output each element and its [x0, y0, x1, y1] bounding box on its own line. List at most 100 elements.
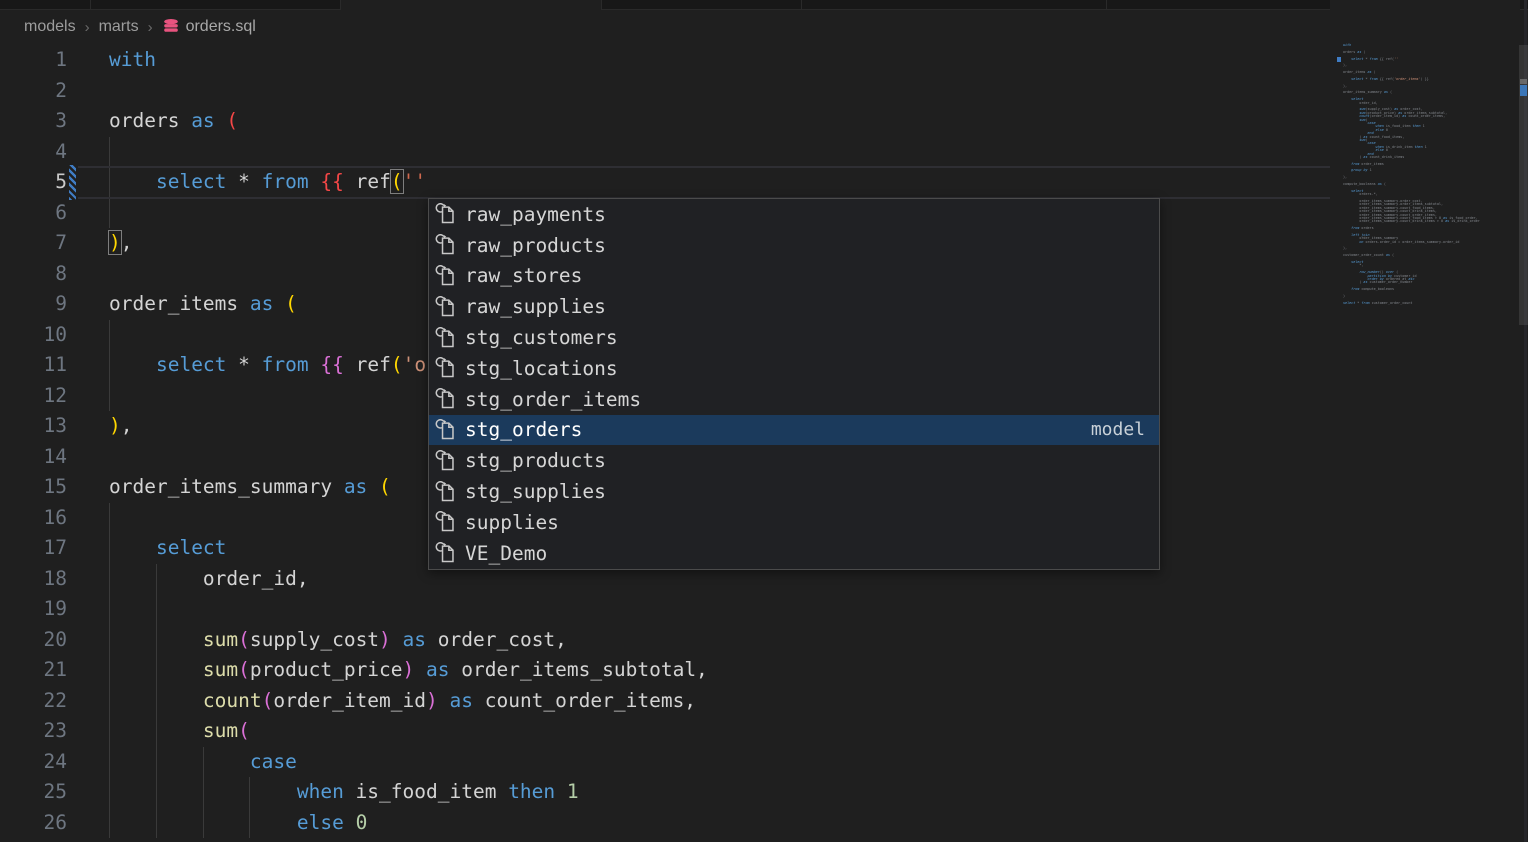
suggestion-label: stg_customers	[465, 326, 618, 349]
snippet-file-icon	[434, 295, 458, 319]
line-number: 8	[0, 259, 67, 290]
suggestion-label: stg_supplies	[465, 480, 606, 503]
code-line[interactable]: 26 else 0	[0, 808, 1330, 839]
code-text: with	[109, 45, 156, 76]
line-number: 3	[0, 106, 67, 137]
code-line[interactable]: 23 sum(	[0, 716, 1330, 747]
minimap[interactable]: with orders as ( select * from {{ ref(''…	[1330, 0, 1520, 842]
suggestion-label: stg_orders	[465, 418, 582, 441]
suggestion-label: raw_stores	[465, 264, 582, 287]
code-text: sum(product_price) as order_items_subtot…	[109, 655, 708, 686]
suggestion-item[interactable]: stg_orders model	[429, 415, 1159, 446]
suggestion-item[interactable]: VE_Demo	[429, 538, 1159, 569]
suggestion-item[interactable]: stg_locations	[429, 353, 1159, 384]
line-number: 24	[0, 747, 67, 778]
code-line[interactable]: 25 when is_food_item then 1	[0, 777, 1330, 808]
breadcrumb-item-file[interactable]: orders.sql	[162, 18, 256, 36]
line-number: 11	[0, 350, 67, 381]
suggestion-label: stg_locations	[465, 357, 618, 380]
line-number: 26	[0, 808, 67, 839]
code-line[interactable]: 22 count(order_item_id) as count_order_i…	[0, 686, 1330, 717]
breadcrumb[interactable]: models › marts › orders.sql	[0, 9, 1528, 45]
code-text: order_id,	[109, 564, 309, 595]
scrollbar[interactable]	[1518, 0, 1528, 842]
suggestion-item[interactable]: raw_supplies	[429, 291, 1159, 322]
line-number: 12	[0, 381, 67, 412]
suggestion-item[interactable]: stg_products	[429, 445, 1159, 476]
snippet-file-icon	[434, 418, 458, 442]
suggestion-label: stg_products	[465, 449, 606, 472]
snippet-file-icon	[434, 387, 458, 411]
suggestion-label: raw_products	[465, 234, 606, 257]
code-text: order_items as (	[109, 289, 297, 320]
minimap-modified-marker	[1337, 57, 1341, 62]
code-text: sum(	[109, 716, 250, 747]
chevron-right-icon: ›	[85, 19, 90, 36]
line-number: 13	[0, 411, 67, 442]
snippet-file-icon	[434, 480, 458, 504]
minimap-content: with orders as ( select * from {{ ref(''…	[1343, 44, 1480, 305]
line-number: 9	[0, 289, 67, 320]
code-line[interactable]: 19	[0, 594, 1330, 625]
suggestion-label: supplies	[465, 511, 559, 534]
line-number: 10	[0, 320, 67, 351]
code-line[interactable]: 24 case	[0, 747, 1330, 778]
code-text: sum(supply_cost) as order_cost,	[109, 625, 567, 656]
breadcrumb-item-marts[interactable]: marts	[99, 18, 139, 36]
code-line[interactable]: 5 select * from {{ ref(''	[0, 167, 1330, 198]
suggestion-label: stg_order_items	[465, 388, 641, 411]
code-line[interactable]: 4	[0, 137, 1330, 168]
breadcrumb-item-models[interactable]: models	[24, 18, 76, 36]
line-number: 5	[0, 167, 67, 198]
code-text: case	[109, 747, 297, 778]
line-number: 23	[0, 716, 67, 747]
tab-separator	[801, 0, 802, 9]
code-text: when is_food_item then 1	[109, 777, 579, 808]
snippet-file-icon	[434, 541, 458, 565]
line-number: 1	[0, 45, 67, 76]
overview-ruler-cursor-marker	[1520, 79, 1527, 84]
code-text: order_items_summary as (	[109, 472, 391, 503]
code-line[interactable]: 20 sum(supply_cost) as order_cost,	[0, 625, 1330, 656]
overview-ruler-modified-marker	[1520, 85, 1527, 96]
code-line[interactable]: 3 orders as (	[0, 106, 1330, 137]
snippet-file-icon	[434, 449, 458, 473]
tab-separator	[90, 0, 91, 9]
autocomplete-dropdown[interactable]: raw_payments raw_products raw_stores raw_su…	[428, 198, 1160, 570]
code-text: count(order_item_id) as count_order_item…	[109, 686, 696, 717]
tab-separator	[1106, 0, 1107, 9]
line-number: 14	[0, 442, 67, 473]
breadcrumb-file-label: orders.sql	[186, 18, 256, 36]
line-number: 4	[0, 137, 67, 168]
suggestion-item[interactable]: raw_payments	[429, 199, 1159, 230]
line-number: 20	[0, 625, 67, 656]
suggestion-detail: model	[1091, 419, 1145, 440]
code-text: select	[109, 533, 226, 564]
line-number: 19	[0, 594, 67, 625]
suggestion-item[interactable]: stg_supplies	[429, 476, 1159, 507]
code-text: else 0	[109, 808, 367, 839]
code-line[interactable]: 1 with	[0, 45, 1330, 76]
code-text: ),	[109, 411, 133, 442]
suggestion-item[interactable]: stg_customers	[429, 322, 1159, 353]
suggestion-label: VE_Demo	[465, 542, 547, 565]
snippet-file-icon	[434, 326, 458, 350]
suggestion-item[interactable]: raw_products	[429, 230, 1159, 261]
chevron-right-icon: ›	[148, 19, 153, 36]
line-number: 2	[0, 76, 67, 107]
code-line[interactable]: 2	[0, 76, 1330, 107]
snippet-file-icon	[434, 356, 458, 380]
line-number: 6	[0, 198, 67, 229]
snippet-file-icon	[434, 264, 458, 288]
line-number: 21	[0, 655, 67, 686]
suggestion-item[interactable]: raw_stores	[429, 261, 1159, 292]
code-line[interactable]: 21 sum(product_price) as order_items_sub…	[0, 655, 1330, 686]
suggestion-label: raw_payments	[465, 203, 606, 226]
line-number: 16	[0, 503, 67, 534]
snippet-file-icon	[434, 202, 458, 226]
suggestion-item[interactable]: stg_order_items	[429, 384, 1159, 415]
snippet-file-icon	[434, 233, 458, 257]
database-icon	[162, 18, 180, 36]
suggestion-item[interactable]: supplies	[429, 507, 1159, 538]
code-text: orders as (	[109, 106, 238, 137]
